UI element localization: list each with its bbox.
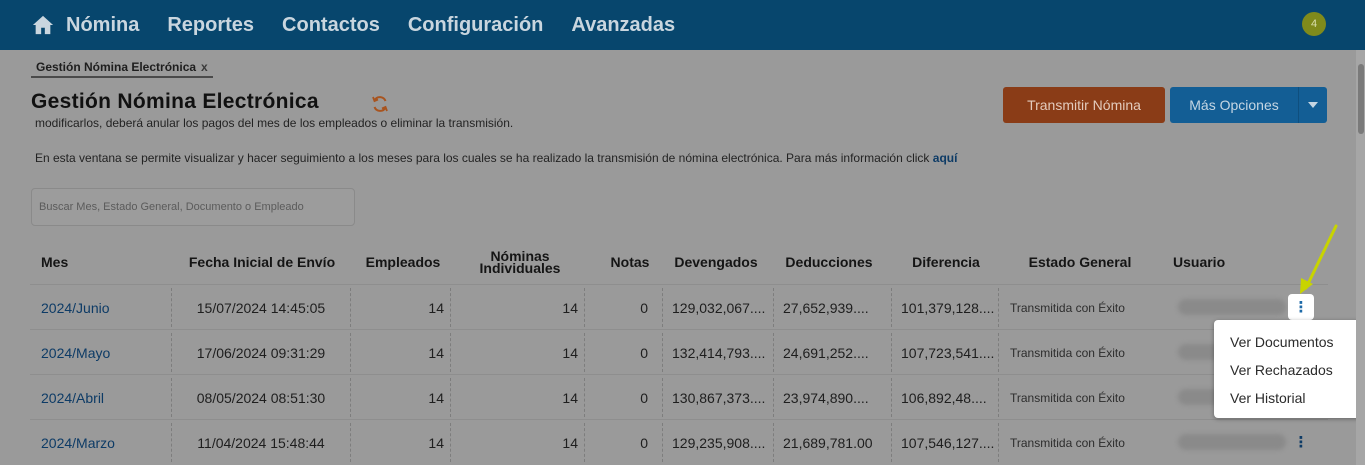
- caret-down-icon[interactable]: [1298, 87, 1327, 123]
- page-title: Gestión Nómina Electrónica: [31, 90, 319, 113]
- header-diferencia[interactable]: Diferencia: [896, 240, 996, 284]
- cell-mes[interactable]: 2024/Junio: [30, 285, 170, 330]
- more-options-label: Más Opciones: [1189, 97, 1279, 113]
- cell-estado: Transmitida con Éxito: [1010, 300, 1125, 315]
- annotation-arrow-icon: [1300, 224, 1338, 294]
- header-notas[interactable]: Notas: [600, 240, 660, 284]
- cell-notas: 0: [640, 389, 648, 406]
- cell-devengados: 129,032,067....: [672, 299, 766, 316]
- menu-item-ver-documentos[interactable]: Ver Documentos: [1214, 328, 1362, 356]
- cell-notas: 0: [640, 344, 648, 361]
- cell-usuario-blurred: [1178, 299, 1286, 315]
- search-input[interactable]: [31, 188, 355, 226]
- cell-fecha: 15/07/2024 14:45:05: [196, 299, 326, 316]
- description-text-2-body: En esta ventana se permite visualizar y …: [35, 151, 933, 165]
- description-text-2: En esta ventana se permite visualizar y …: [35, 151, 957, 165]
- column-divider: [998, 288, 999, 327]
- cell-diferencia: 107,723,541....: [901, 344, 995, 361]
- tab-strip: Gestión Nómina Electrónica x: [0, 50, 1365, 78]
- nav-reportes[interactable]: Reportes: [167, 14, 254, 37]
- row-actions-menu: Ver Documentos Ver Rechazados Ver Histor…: [1214, 320, 1362, 418]
- cell-nominas: 14: [562, 299, 578, 316]
- notification-badge[interactable]: 4: [1302, 12, 1326, 36]
- nav-configuracion[interactable]: Configuración: [408, 14, 544, 37]
- column-divider: [998, 333, 999, 372]
- cell-nominas: 14: [562, 434, 578, 451]
- cell-estado: Transmitida con Éxito: [1010, 435, 1125, 450]
- cell-empleados: 14: [428, 434, 444, 451]
- header-devengados[interactable]: Devengados: [666, 240, 766, 284]
- table-header: Mes Fecha Inicial de Envío Empleados Nóm…: [30, 240, 1328, 284]
- tab-gestion-nomina[interactable]: Gestión Nómina Electrónica x: [31, 58, 213, 78]
- header-nominas[interactable]: Nóminas Individuales: [460, 240, 580, 284]
- cell-mes[interactable]: 2024/Mayo: [30, 330, 170, 375]
- cell-mes[interactable]: 2024/Abril: [30, 375, 170, 420]
- header-fecha[interactable]: Fecha Inicial de Envío: [176, 240, 348, 284]
- header-empleados[interactable]: Empleados: [356, 240, 450, 284]
- close-icon[interactable]: x: [201, 60, 208, 74]
- cell-notas: 0: [640, 434, 648, 451]
- table-row[interactable]: 2024/Abril 08/05/2024 08:51:30 14 14 0 1…: [30, 374, 1328, 419]
- description-text-1: modificarlos, deberá anular los pagos de…: [35, 116, 514, 130]
- home-icon[interactable]: [32, 14, 54, 36]
- menu-item-ver-rechazados[interactable]: Ver Rechazados: [1214, 356, 1362, 384]
- refresh-icon[interactable]: [370, 94, 390, 114]
- row-actions-kebab-icon[interactable]: ⋮: [1288, 429, 1314, 455]
- cell-empleados: 14: [428, 344, 444, 361]
- cell-deducciones: 27,652,939....: [783, 299, 869, 316]
- header-mes[interactable]: Mes: [41, 240, 141, 284]
- header-usuario[interactable]: Usuario: [1173, 240, 1263, 284]
- cell-diferencia: 101,379,128....: [901, 299, 995, 316]
- cell-deducciones: 21,689,781.00: [783, 434, 873, 451]
- nav-avanzadas[interactable]: Avanzadas: [571, 14, 675, 37]
- table-row[interactable]: 2024/Mayo 17/06/2024 09:31:29 14 14 0 13…: [30, 329, 1328, 374]
- header-estado[interactable]: Estado General: [1010, 240, 1150, 284]
- table-row[interactable]: 2024/Marzo 11/04/2024 15:48:44 14 14 0 1…: [30, 419, 1328, 464]
- cell-fecha: 11/04/2024 15:48:44: [197, 434, 325, 451]
- cell-empleados: 14: [428, 389, 444, 406]
- column-divider: [998, 378, 999, 417]
- top-navbar: Nómina Reportes Contactos Configuración …: [0, 0, 1365, 50]
- cell-estado: Transmitida con Éxito: [1010, 390, 1125, 405]
- cell-notas: 0: [640, 299, 648, 316]
- cell-devengados: 129,235,908....: [672, 434, 766, 451]
- more-options-button[interactable]: Más Opciones: [1170, 87, 1327, 123]
- cell-usuario-blurred: [1178, 434, 1286, 450]
- cell-deducciones: 24,691,252....: [783, 344, 869, 361]
- cell-mes[interactable]: 2024/Marzo: [30, 420, 170, 465]
- cell-empleados: 14: [428, 299, 444, 316]
- help-link[interactable]: aquí: [933, 151, 958, 165]
- menu-item-ver-historial[interactable]: Ver Historial: [1214, 384, 1362, 412]
- column-divider: [998, 423, 999, 462]
- cell-fecha: 17/06/2024 09:31:29: [196, 344, 326, 361]
- nav-nomina[interactable]: Nómina: [66, 14, 139, 37]
- cell-nominas: 14: [562, 389, 578, 406]
- cell-nominas: 14: [562, 344, 578, 361]
- cell-diferencia: 107,546,127....: [901, 434, 995, 451]
- cell-fecha: 08/05/2024 08:51:30: [196, 389, 326, 406]
- cell-estado: Transmitida con Éxito: [1010, 345, 1125, 360]
- header-deducciones[interactable]: Deducciones: [776, 240, 882, 284]
- transmit-nomina-button[interactable]: Transmitir Nómina: [1003, 87, 1165, 123]
- table-row[interactable]: 2024/Junio 15/07/2024 14:45:05 14 14 0 1…: [30, 284, 1328, 329]
- nav-contactos[interactable]: Contactos: [282, 14, 380, 37]
- cell-devengados: 130,867,373....: [672, 389, 766, 406]
- cell-devengados: 132,414,793....: [672, 344, 766, 361]
- cell-deducciones: 23,974,890....: [783, 389, 869, 406]
- scrollbar-thumb[interactable]: [1358, 64, 1364, 134]
- cell-diferencia: 106,892,48....: [901, 389, 987, 406]
- tab-label: Gestión Nómina Electrónica: [36, 60, 197, 74]
